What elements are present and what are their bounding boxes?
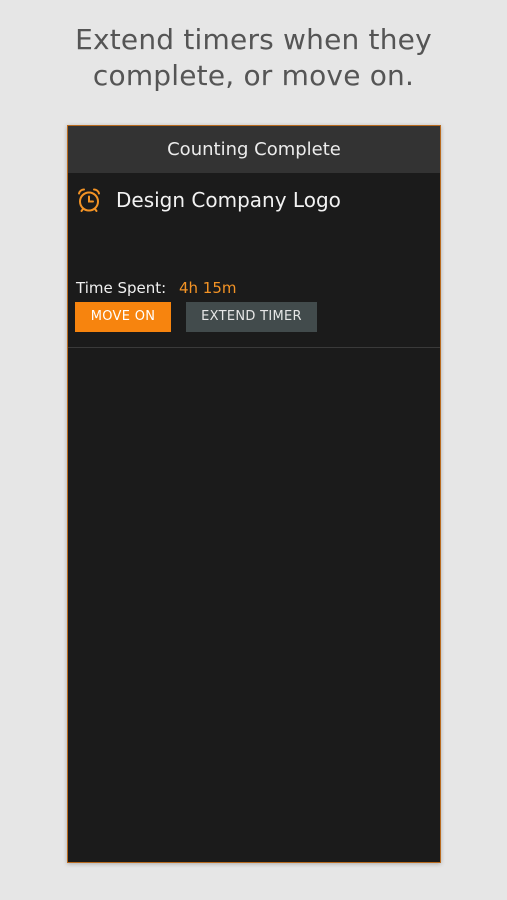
promo-headline-line-1: Extend timers when they — [75, 23, 432, 56]
task-name: Design Company Logo — [116, 188, 341, 212]
time-spent-label: Time Spent: — [76, 279, 167, 297]
promo-headline-line-2: complete, or move on. — [92, 59, 415, 92]
time-spent-value: 4h 15m — [178, 279, 237, 297]
empty-content-area — [68, 348, 440, 860]
task-header: Design Company Logo — [76, 187, 341, 213]
app-screen: Counting Complete Design Company Logo Ti… — [67, 125, 441, 863]
alarm-clock-icon — [76, 187, 102, 213]
move-on-button[interactable]: MOVE ON — [75, 302, 171, 332]
time-spent-row: Time Spent: 4h 15m — [76, 279, 237, 297]
title-bar: Counting Complete — [68, 126, 440, 173]
screen-title: Counting Complete — [167, 139, 341, 160]
extend-timer-button[interactable]: EXTEND TIMER — [186, 302, 317, 332]
promo-page: Extend timers when they complete, or mov… — [0, 0, 507, 900]
promo-headline: Extend timers when they complete, or mov… — [0, 22, 507, 94]
